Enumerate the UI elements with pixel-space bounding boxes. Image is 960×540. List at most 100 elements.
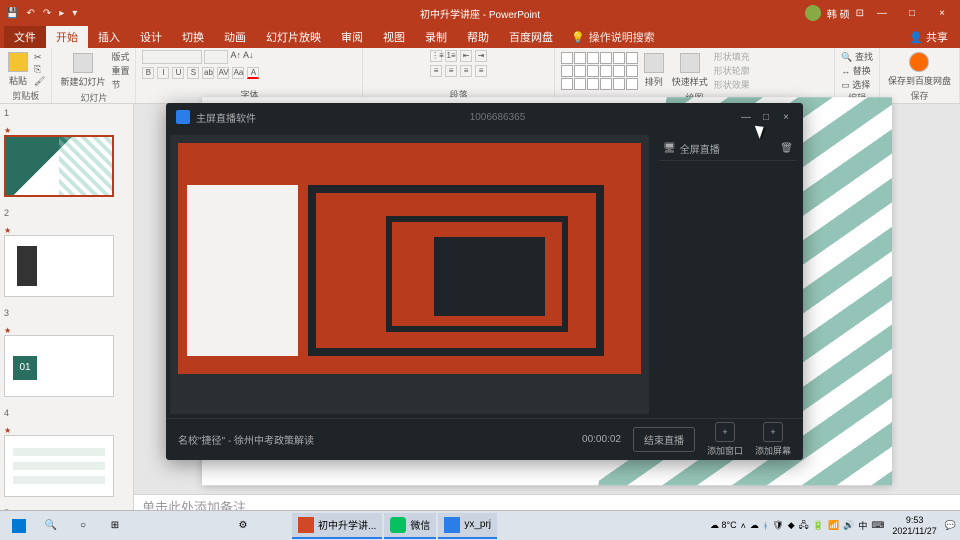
tray-volume-icon[interactable]: 🔊 (843, 520, 854, 531)
tab-review[interactable]: 审阅 (331, 26, 373, 48)
task-view-button[interactable]: ⊞ (100, 513, 130, 539)
search-button[interactable]: 🔍 (36, 513, 66, 539)
taskbar-app-yx[interactable]: yx_prj (438, 513, 497, 539)
app-explorer[interactable] (132, 513, 162, 539)
overlay-minimize-icon[interactable]: — (739, 112, 753, 123)
align-center-icon[interactable]: ≡ (445, 65, 457, 77)
add-window-button[interactable]: + 添加窗口 (707, 422, 743, 457)
ribbon-options-icon[interactable]: ⊡ (856, 8, 864, 19)
tab-recording[interactable]: 录制 (415, 26, 457, 48)
font-color-icon[interactable]: A (247, 67, 259, 79)
share-button[interactable]: 👤 共享 (901, 27, 956, 47)
end-stream-button[interactable]: 结束直播 (633, 427, 695, 452)
new-slide-button[interactable]: 新建幻灯片 (58, 51, 107, 90)
tray-app-icon[interactable]: ◆ (788, 520, 795, 531)
indent-left-icon[interactable]: ⇤ (460, 50, 472, 62)
taskbar-app-powerpoint[interactable]: 初中升学讲... (292, 513, 382, 539)
notifications-icon[interactable]: 💬 (945, 520, 956, 531)
close-button[interactable]: × (930, 8, 954, 19)
numbering-icon[interactable]: 1≡ (445, 50, 457, 62)
slideshow-icon[interactable]: ▸ (59, 8, 64, 19)
paste-button[interactable]: 粘贴 (6, 50, 30, 89)
weather-widget[interactable]: ☁ 8°C (710, 520, 737, 531)
reset-button[interactable]: 重置 (111, 64, 129, 77)
overlay-titlebar[interactable]: 主屏直播软件 1006686365 — □ × (166, 103, 803, 131)
qat-more-icon[interactable]: ▾ (72, 8, 77, 19)
save-baidu-button[interactable]: 保存到百度网盘 (886, 50, 953, 89)
select-button[interactable]: ▭ 选择 (841, 78, 873, 91)
thumbnail-1[interactable]: 1★ (4, 108, 129, 202)
tab-design[interactable]: 设计 (130, 26, 172, 48)
delete-source-icon[interactable]: 🗑 (780, 143, 793, 154)
bold-icon[interactable]: B (142, 67, 154, 79)
tab-baidu[interactable]: 百度网盘 (499, 26, 563, 48)
strikethrough-icon[interactable]: S (187, 67, 199, 79)
italic-icon[interactable]: I (157, 67, 169, 79)
start-button[interactable] (4, 513, 34, 539)
shape-outline-button[interactable]: 形状轮廓 (714, 64, 750, 77)
shapes-gallery[interactable] (561, 52, 638, 90)
maximize-button[interactable]: □ (900, 8, 924, 19)
shape-fill-button[interactable]: 形状填充 (714, 50, 750, 63)
tell-me-search[interactable]: 💡 操作说明搜索 (571, 29, 655, 45)
tray-onedrive-icon[interactable]: ☁ (750, 520, 759, 531)
case-icon[interactable]: Aa (232, 67, 244, 79)
tray-ime-icon[interactable]: 中 (858, 519, 867, 532)
fullscreen-source[interactable]: 🖥 全屏直播 🗑 (659, 137, 797, 161)
arrange-button[interactable]: 排列 (642, 51, 666, 90)
replace-button[interactable]: ↔ 替换 (841, 64, 873, 77)
add-screen-button[interactable]: + 添加屏幕 (755, 422, 791, 457)
tab-file[interactable]: 文件 (4, 26, 46, 48)
overlay-close-icon[interactable]: × (779, 112, 793, 123)
user-avatar[interactable] (805, 5, 821, 21)
tray-input-icon[interactable]: ⌨ (871, 520, 884, 531)
redo-icon[interactable]: ↷ (43, 8, 51, 19)
stream-preview[interactable] (170, 135, 649, 414)
tab-insert[interactable]: 插入 (88, 26, 130, 48)
decrease-font-icon[interactable]: A↓ (243, 50, 254, 64)
tab-help[interactable]: 帮助 (457, 26, 499, 48)
layout-button[interactable]: 版式 (111, 50, 129, 63)
underline-icon[interactable]: U (172, 67, 184, 79)
cortana-button[interactable]: ○ (68, 513, 98, 539)
align-left-icon[interactable]: ≡ (430, 65, 442, 77)
tray-bluetooth-icon[interactable]: ᚼ (763, 521, 768, 531)
tab-view[interactable]: 视图 (373, 26, 415, 48)
taskbar-clock[interactable]: 9:53 2021/11/27 (888, 515, 940, 537)
tray-network-icon[interactable]: 🖧 (799, 518, 809, 534)
app-settings[interactable]: ⚙ (228, 513, 258, 539)
font-size-input[interactable] (204, 50, 228, 64)
slide-thumbnails-panel[interactable]: 1★ 2★ 3★01 4★ 5★ 6★ 7 (0, 104, 134, 518)
shape-effects-button[interactable]: 形状效果 (714, 78, 750, 91)
align-right-icon[interactable]: ≡ (460, 65, 472, 77)
spacing-icon[interactable]: AV (217, 67, 229, 79)
app-chrome[interactable] (196, 513, 226, 539)
taskbar-app-wechat[interactable]: 微信 (384, 513, 436, 539)
indent-right-icon[interactable]: ⇥ (475, 50, 487, 62)
section-button[interactable]: 节 (111, 78, 129, 91)
copy-icon[interactable]: ⎘ (34, 64, 45, 75)
shadow-icon[interactable]: ab (202, 67, 214, 79)
justify-icon[interactable]: ≡ (475, 65, 487, 77)
user-name[interactable]: 韩 硕 (827, 6, 850, 21)
cut-icon[interactable]: ✂ (34, 52, 45, 63)
app-unknown1[interactable] (260, 513, 290, 539)
format-painter-icon[interactable]: 🖌 (34, 76, 45, 87)
find-button[interactable]: 🔍 查找 (841, 50, 873, 63)
bullets-icon[interactable]: ⋮≡ (430, 50, 442, 62)
tab-slideshow[interactable]: 幻灯片放映 (256, 26, 331, 48)
tab-animations[interactable]: 动画 (214, 26, 256, 48)
thumbnail-2[interactable]: 2★ (4, 208, 129, 302)
minimize-button[interactable]: — (870, 8, 894, 19)
tray-security-icon[interactable]: 🛡 (772, 520, 783, 531)
overlay-maximize-icon[interactable]: □ (759, 112, 773, 123)
thumbnail-4[interactable]: 4★ (4, 408, 129, 502)
tray-battery-icon[interactable]: 🔋 (813, 520, 824, 531)
quick-styles-button[interactable]: 快速样式 (670, 51, 710, 90)
thumbnail-3[interactable]: 3★01 (4, 308, 129, 402)
save-icon[interactable]: 💾 (6, 8, 18, 19)
app-edge[interactable] (164, 513, 194, 539)
increase-font-icon[interactable]: A↑ (230, 50, 241, 64)
tab-home[interactable]: 开始 (46, 26, 88, 48)
undo-icon[interactable]: ↶ (26, 8, 34, 19)
